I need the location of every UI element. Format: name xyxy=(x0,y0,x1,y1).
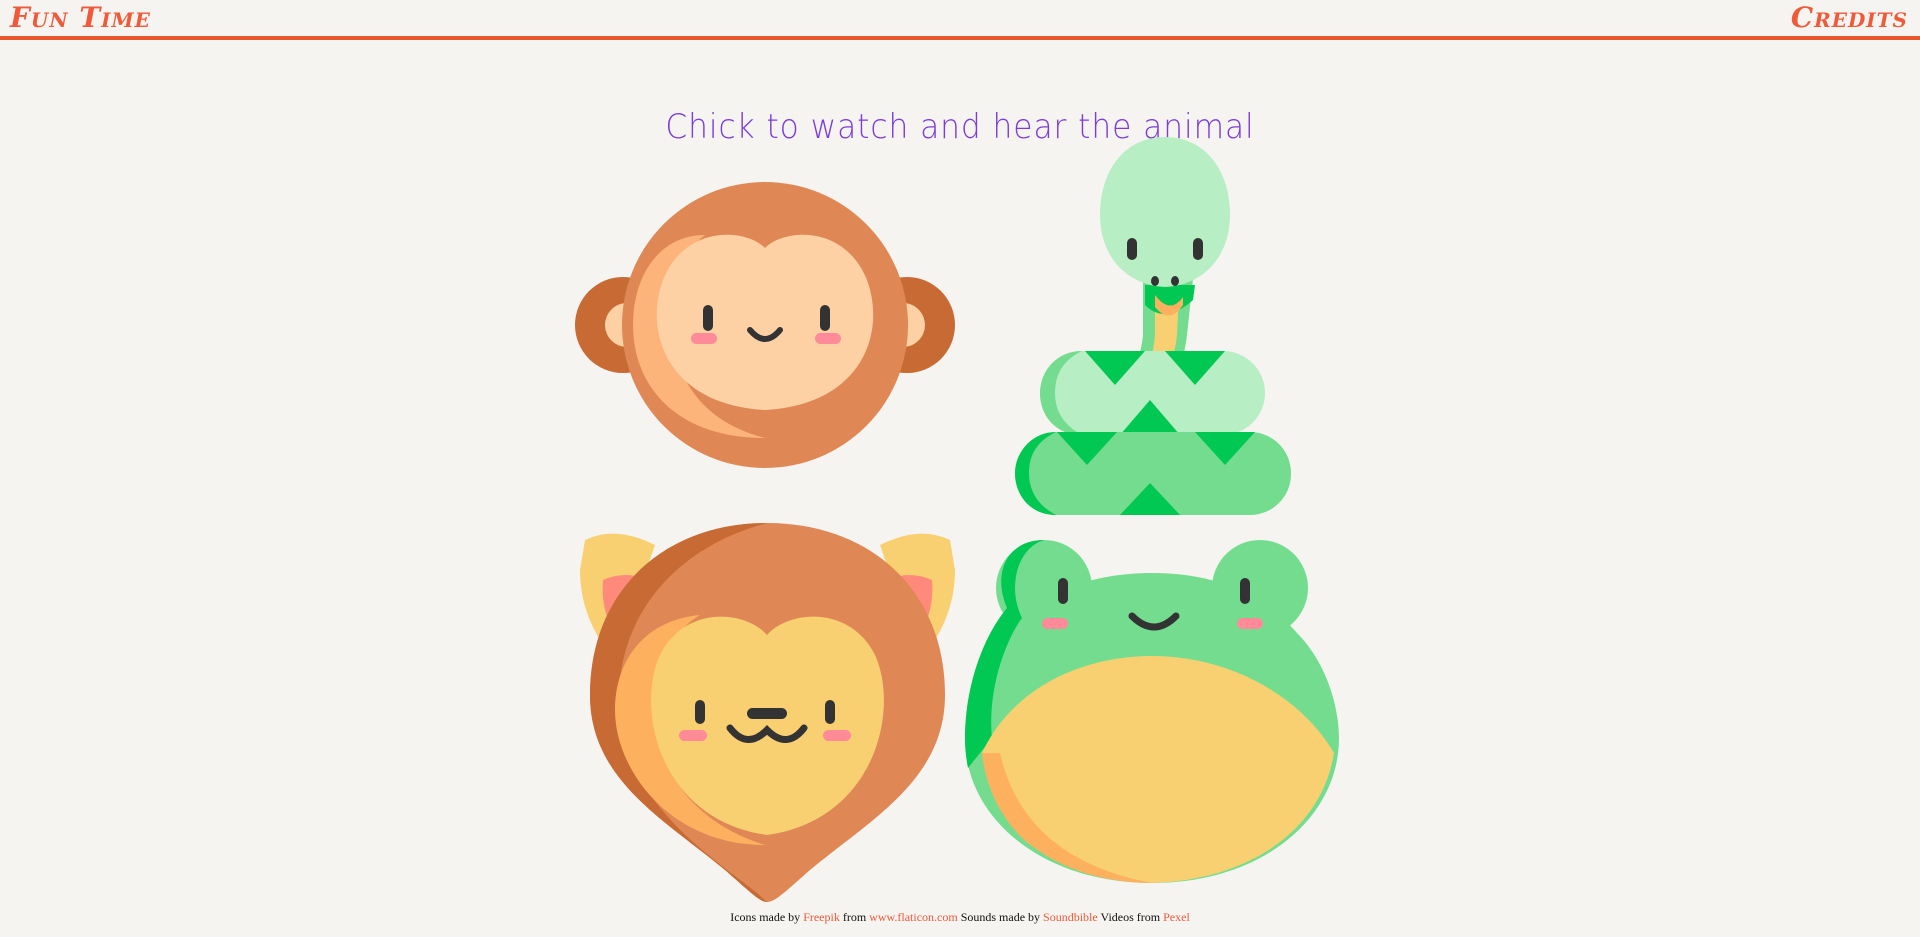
sounds-credit-text: Sounds made by xyxy=(960,910,1041,924)
brand-logo-link[interactable]: Fun Time xyxy=(10,2,151,34)
page-heading: Chick to watch and hear the animal xyxy=(665,106,1255,147)
lion-icon[interactable] xyxy=(575,520,960,905)
snake-icon[interactable] xyxy=(1015,135,1295,515)
freepik-link[interactable]: Freepik xyxy=(803,910,840,924)
monkey-icon[interactable] xyxy=(575,180,955,470)
pexel-link[interactable]: Pexel xyxy=(1163,910,1190,924)
icons-credit-text: Icons made by xyxy=(730,910,801,924)
frog-icon[interactable] xyxy=(962,538,1342,886)
soundbible-link[interactable]: Soundbible xyxy=(1043,910,1098,924)
from-text: from xyxy=(842,910,867,924)
credits-link[interactable]: Credits xyxy=(1791,2,1908,34)
flaticon-link[interactable]: www.flaticon.com xyxy=(869,910,958,924)
top-navbar: Fun Time Credits xyxy=(0,0,1920,40)
attribution-footer: Icons made by Freepik from www.flaticon.… xyxy=(0,910,1920,925)
videos-credit-text: Videos from xyxy=(1100,910,1161,924)
